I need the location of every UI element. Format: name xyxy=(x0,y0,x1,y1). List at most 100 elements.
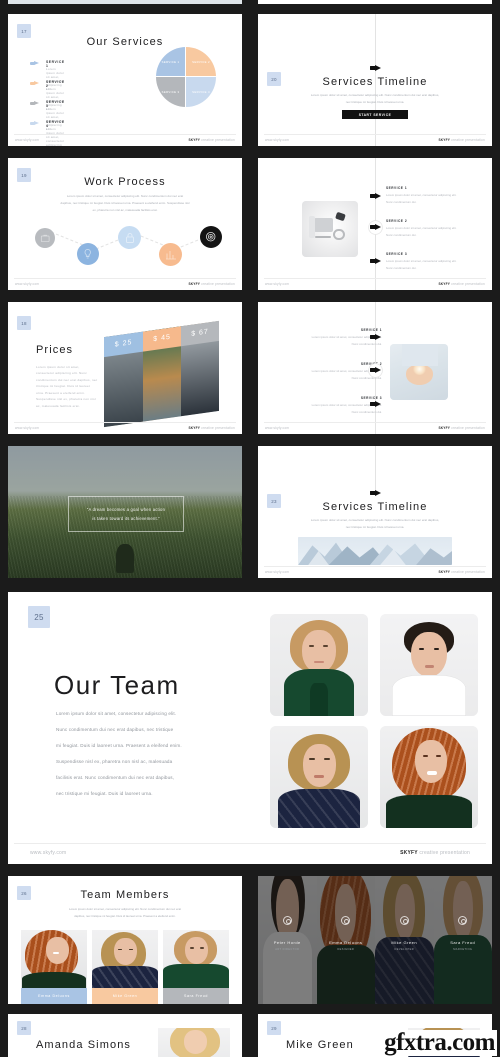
page-subtitle-line2: nec tristique mi feugiat. Duis id laoree… xyxy=(345,525,405,529)
member-column[interactable]: Peter Horde ART DIRECTOR xyxy=(258,876,317,1004)
team-body-line: nec tristique mi feugiat. Duis id laoree… xyxy=(56,791,153,796)
team-portrait[interactable] xyxy=(380,726,478,828)
team-body-line: Lorem ipsum dolor sit amet, consectetur … xyxy=(56,711,177,716)
service-text: Nunc condimentum dui. xyxy=(386,233,417,237)
brand-tagline: creative presentation xyxy=(451,426,485,430)
slide-number-badge: 29 xyxy=(267,1021,281,1035)
arrow-icon xyxy=(370,334,381,340)
page-title: Work Process xyxy=(84,176,166,188)
slide-our-team[interactable]: 25 Our Team Lorem ipsum dolor sit amet, … xyxy=(8,592,492,864)
arrow-icon xyxy=(370,490,381,496)
slide-services-timeline-a[interactable]: SERVICE 1 Lorem ipsum dolor sit amet, co… xyxy=(258,158,492,290)
slide-our-services[interactable]: 17 Our Services SERVICE 1 Lorem ipsum do… xyxy=(8,14,242,146)
team-portrait[interactable] xyxy=(380,614,478,716)
slide-preview-top-left[interactable] xyxy=(8,0,242,4)
slide-services-timeline-b[interactable]: SERVICE 1 Lorem ipsum dolor sit amet, co… xyxy=(258,302,492,434)
footer-divider xyxy=(14,843,486,844)
member-column[interactable]: Emma Deluons DESIGNER xyxy=(316,876,375,1004)
team-body-line: Nunc condimentum dui nec erat dapibus, n… xyxy=(56,727,174,732)
footer-brand: SKYFY creative presentation xyxy=(188,138,235,142)
slide-services-timeline-intro[interactable]: 20 Services Timeline Lorem ipsum dolor s… xyxy=(258,14,492,146)
slide-prices[interactable]: 18 Prices Lorem ipsum dolor sit amet, co… xyxy=(8,302,242,434)
service-heading: SERVICE 3 xyxy=(386,252,408,256)
slide-number-badge: 20 xyxy=(267,72,281,86)
couple-silhouette xyxy=(115,543,135,573)
slide-number-badge: 18 xyxy=(17,316,31,330)
footer-divider xyxy=(264,422,486,423)
start-service-button[interactable]: START SERVICE xyxy=(342,110,408,119)
team-portrait[interactable] xyxy=(270,726,368,828)
slide-preview-top-right[interactable] xyxy=(258,0,492,4)
slide-services-timeline-mountains[interactable]: 23 Services Timeline Lorem ipsum dolor s… xyxy=(258,446,492,578)
hands-photo xyxy=(390,344,448,400)
footer-website: www.skyfy.com xyxy=(15,282,40,286)
quote-frame: “A dream becomes a goal when action is t… xyxy=(68,496,184,532)
page-title: Our Services xyxy=(86,36,164,48)
member-photo xyxy=(163,930,229,988)
member-role: DESIGNER xyxy=(337,948,355,951)
chart-icon xyxy=(165,250,176,259)
footer-divider xyxy=(264,134,486,135)
process-step-5[interactable] xyxy=(200,226,222,248)
page-title: Prices xyxy=(36,344,74,356)
page-subtitle-line2: dapibus, nec tristique mi feugiat. Duis … xyxy=(74,914,176,918)
mountains-photo xyxy=(298,537,452,565)
arrow-icon xyxy=(370,224,381,230)
page-subtitle-line1: Lorem ipsum dolor sit amet, consectetur … xyxy=(69,907,181,911)
page-title: Services Timeline xyxy=(322,76,428,88)
arrow-icon xyxy=(370,401,381,407)
brand-name: SKYFY xyxy=(188,282,201,286)
camera-icon[interactable] xyxy=(282,916,292,925)
footer-divider xyxy=(14,278,236,279)
member-role: DEVELOPER xyxy=(394,948,414,951)
member-role: MARKETING xyxy=(453,948,473,951)
slide-work-process[interactable]: 19 Work Process Lorem ipsum dolor sit am… xyxy=(8,158,242,290)
brand-tagline: creative presentation xyxy=(201,282,235,286)
brand-tagline: creative presentation xyxy=(451,138,485,142)
slide-number-badge: 28 xyxy=(17,1021,31,1035)
camera-icon[interactable] xyxy=(399,916,409,925)
slide-number-badge: 17 xyxy=(17,24,31,38)
service-text: Lorem ipsum dolor sit amet, consectetur … xyxy=(386,193,457,197)
team-member-card[interactable]: Mike Green xyxy=(92,930,158,1004)
service-text: Nunc condimentum dui. xyxy=(351,342,382,346)
service-text: Nunc condimentum dui. xyxy=(386,200,417,204)
brand-tagline: creative presentation xyxy=(451,570,485,574)
slide-amanda-simons[interactable]: 28 Amanda Simons xyxy=(8,1014,242,1057)
team-member-card[interactable]: Sara Freud xyxy=(163,930,229,1004)
page-title: Our Team xyxy=(54,670,180,700)
services-pie-chart[interactable]: SERVICE 1 SERVICE 2 SERVICE 3 SERVICE 4 xyxy=(156,47,216,107)
process-step-3[interactable] xyxy=(118,226,141,249)
team-portrait[interactable] xyxy=(270,614,368,716)
process-step-4[interactable] xyxy=(159,243,182,266)
slide-number-badge: 26 xyxy=(17,886,31,900)
slide-team-members[interactable]: 26 Team Members Lorem ipsum dolor sit am… xyxy=(8,876,242,1004)
process-step-2[interactable] xyxy=(77,243,99,265)
footer-brand: SKYFY creative presentation xyxy=(400,850,470,856)
slide-quote-photo[interactable]: “A dream becomes a goal when action is t… xyxy=(8,446,242,578)
member-name: Mike Green xyxy=(391,940,418,945)
brand-tagline: creative presentation xyxy=(201,138,235,142)
member-column[interactable]: Sara Freud MARKETING xyxy=(433,876,492,1004)
process-step-1[interactable] xyxy=(35,228,55,248)
brand-tagline: creative presentation xyxy=(419,850,470,856)
arrow-icon xyxy=(370,258,381,264)
service-text: Lorem ipsum dolor sit amet, consectetur … xyxy=(386,226,457,230)
slide-number-badge: 19 xyxy=(17,168,31,182)
brand-name: SKYFY xyxy=(400,850,418,856)
footer-brand: SKYFY creative presentation xyxy=(438,282,485,286)
member-name: Emma Deluons xyxy=(21,988,87,1004)
footer-website: www.skyfy.com xyxy=(15,426,40,430)
member-name: Peter Horde xyxy=(273,940,301,945)
mountain-range-icon xyxy=(298,542,452,565)
team-member-card[interactable]: Emma Deluons xyxy=(21,930,87,1004)
lock-icon xyxy=(125,232,134,243)
slide-team-members-dark[interactable]: Peter Horde ART DIRECTOR Emma Deluons DE… xyxy=(258,876,492,1004)
brand-name: SKYFY xyxy=(438,138,451,142)
member-column[interactable]: Mike Green DEVELOPER xyxy=(375,876,434,1004)
timeline-line xyxy=(375,446,376,490)
arrow-icon xyxy=(30,121,39,126)
page-subtitle-line1: Lorem ipsum dolor sit amet, consectetur … xyxy=(66,194,184,198)
footer-divider xyxy=(14,134,236,135)
member-name: Emma Deluons xyxy=(329,940,363,945)
